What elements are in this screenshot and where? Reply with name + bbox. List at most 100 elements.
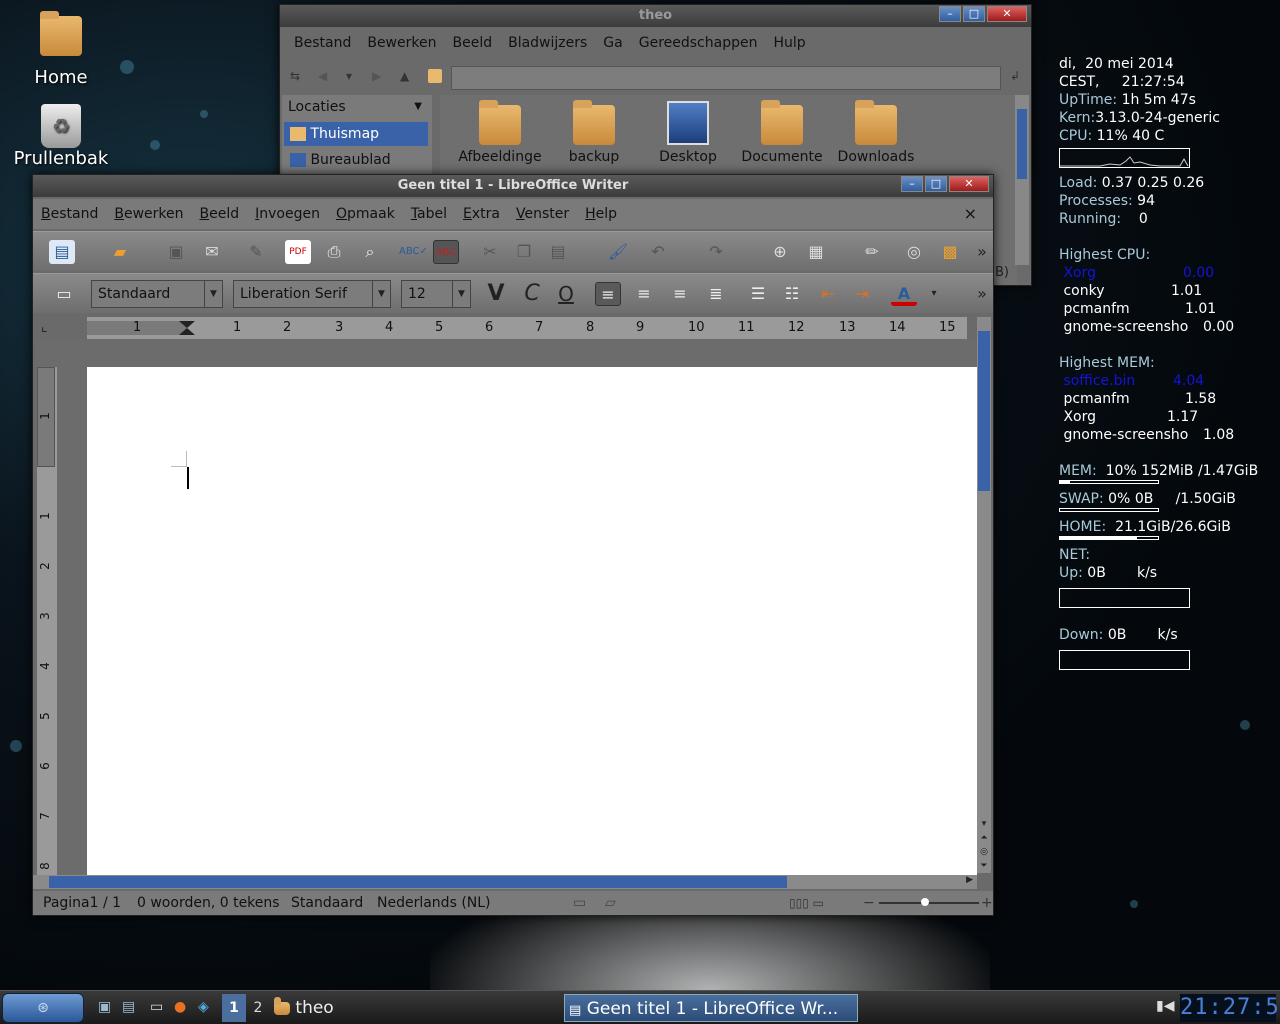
horizontal-scrollbar[interactable]: ▶ <box>33 875 977 889</box>
folder-item[interactable]: backup <box>544 100 644 165</box>
navigator-icon[interactable]: ◎ <box>901 240 927 264</box>
vertical-ruler[interactable]: 1 1 2 3 4 5 6 7 8 <box>37 367 57 877</box>
scroll-right-icon[interactable]: ▶ <box>966 875 973 885</box>
increase-indent-icon[interactable]: ⇥ <box>849 282 875 306</box>
email-icon[interactable]: ✉ <box>199 240 225 264</box>
close-document-button[interactable]: × <box>956 199 985 229</box>
desktop-1-button[interactable]: 1 <box>222 994 246 1022</box>
more-options-icon[interactable]: » <box>969 282 995 306</box>
spellcheck-icon[interactable]: ABC✓ <box>399 240 428 264</box>
path-input[interactable] <box>451 66 1001 90</box>
folder-item[interactable]: Downloads <box>826 100 926 165</box>
draw-functions-icon[interactable]: ✏ <box>859 240 885 264</box>
numbering-icon[interactable]: ☰ <box>745 282 771 306</box>
fm-menu-edit[interactable]: Bewerken <box>359 35 444 51</box>
new-tab-icon[interactable]: ⇆ <box>290 69 300 83</box>
autospellcheck-icon[interactable]: ABC <box>433 240 459 264</box>
underline-button[interactable]: O <box>553 282 579 306</box>
fm-menu-tools[interactable]: Gereedschappen <box>631 35 766 51</box>
page-nav-icons[interactable]: ▾ ⏶ ◎ ⏷ <box>977 817 991 873</box>
close-button[interactable]: ✕ <box>949 176 989 192</box>
gallery-icon[interactable]: ▩ <box>937 240 963 264</box>
edit-file-icon[interactable]: ✎ <box>243 240 269 264</box>
menu-format[interactable]: Opmaak <box>328 206 403 222</box>
horizontal-ruler[interactable]: 1 1 2 3 4 5 6 7 8 9 10 11 12 13 14 15 <box>87 317 967 339</box>
table-icon[interactable]: ▦ <box>803 240 829 264</box>
word-count[interactable]: 0 woorden, 0 tekens <box>137 891 280 915</box>
fm-scrollbar[interactable] <box>1015 95 1029 265</box>
document-page[interactable] <box>87 367 977 877</box>
menu-edit[interactable]: Bewerken <box>106 206 191 222</box>
writer-window[interactable]: Geen titel 1 - LibreOffice Writer – □ ✕ … <box>32 174 994 916</box>
align-right-button[interactable]: ≡ <box>667 282 693 306</box>
print-preview-icon[interactable]: ⌕ <box>357 240 383 264</box>
undo-icon[interactable]: ↶ <box>645 240 671 264</box>
clone-formatting-icon[interactable]: 🖌 <box>605 240 631 264</box>
menu-table[interactable]: Tabel <box>403 206 455 222</box>
fm-menu-help[interactable]: Hulp <box>765 35 813 51</box>
font-name-select[interactable]: Liberation Serif ▼ <box>233 280 391 308</box>
fm-menu-file[interactable]: Bestand <box>286 35 359 51</box>
desktop-icon-home[interactable]: Home <box>6 11 116 88</box>
new-document-icon[interactable]: ▤ <box>49 240 75 264</box>
vertical-scrollbar[interactable]: ▾ ⏶ ◎ ⏷ <box>977 317 991 873</box>
minimize-button[interactable]: – <box>939 6 961 22</box>
back-icon[interactable]: ◀ <box>318 69 327 83</box>
maximize-button[interactable]: □ <box>925 176 947 192</box>
bold-button[interactable]: V <box>483 282 509 306</box>
scroll-thumb[interactable] <box>978 331 990 491</box>
folder-item[interactable]: Documente <box>732 100 832 165</box>
maximize-button[interactable]: □ <box>963 6 985 22</box>
zoom-slider[interactable] <box>879 898 979 906</box>
folder-item[interactable]: Desktop <box>638 101 738 165</box>
tab-stop-icon[interactable]: ⌞ <box>41 319 48 335</box>
start-menu-button[interactable]: ⊛ <box>2 993 84 1023</box>
paste-icon[interactable]: ▤ <box>545 240 571 264</box>
sidebar-header[interactable]: Locaties ▼ <box>282 95 432 119</box>
justify-button[interactable]: ≣ <box>703 282 729 306</box>
menu-tools[interactable]: Extra <box>455 206 508 222</box>
zoom-out-icon[interactable]: − <box>863 891 875 915</box>
bullets-icon[interactable]: ☷ <box>779 282 805 306</box>
signature-icon[interactable]: ▱ <box>605 891 616 915</box>
show-desktop-icon[interactable]: ▣ <box>98 999 111 1015</box>
redo-icon[interactable]: ↷ <box>703 240 729 264</box>
fm-menu-view[interactable]: Beeld <box>444 35 500 51</box>
italic-button[interactable]: C <box>519 282 545 306</box>
home-icon[interactable] <box>428 69 442 83</box>
minimize-button[interactable]: – <box>901 176 923 192</box>
print-icon[interactable]: ⎙ <box>321 240 347 264</box>
language[interactable]: Nederlands (NL) <box>377 891 491 915</box>
fm-menu-bookmarks[interactable]: Bladwijzers <box>500 35 595 51</box>
zoom-in-icon[interactable]: + <box>981 891 993 915</box>
open-icon[interactable]: ▰ <box>107 240 133 264</box>
scroll-thumb[interactable] <box>1017 109 1027 179</box>
export-pdf-icon[interactable]: PDF <box>285 240 311 264</box>
cut-icon[interactable]: ✂ <box>477 240 503 264</box>
hyperlink-icon[interactable]: ⊕ <box>767 240 793 264</box>
copy-icon[interactable]: ❐ <box>511 240 537 264</box>
history-dropdown-icon[interactable]: ▾ <box>346 69 352 83</box>
app-launcher-icon[interactable]: ◈ <box>198 999 209 1015</box>
menu-help[interactable]: Help <box>577 206 625 222</box>
page-indicator[interactable]: Pagina1 / 1 <box>43 891 121 915</box>
align-center-button[interactable]: ≡ <box>631 282 657 306</box>
close-button[interactable]: ✕ <box>987 6 1027 22</box>
font-size-select[interactable]: 12 ▼ <box>401 280 471 308</box>
volume-icon[interactable]: ▮◀ <box>1156 998 1174 1014</box>
menu-insert[interactable]: Invoegen <box>247 206 328 222</box>
go-icon[interactable]: ↲ <box>1010 69 1020 83</box>
page-style[interactable]: Standaard <box>291 891 363 915</box>
font-color-dropdown-icon[interactable]: ▾ <box>921 282 947 306</box>
terminal-launcher-icon[interactable]: ▭ <box>150 999 163 1015</box>
desktop-icon-trash[interactable]: ♻ Prullenbak <box>6 104 116 169</box>
insert-mode-icon[interactable]: ▭ <box>573 891 586 915</box>
zoom-slider-handle[interactable] <box>921 898 929 906</box>
styles-icon[interactable]: ▭ <box>51 282 77 306</box>
menu-view[interactable]: Beeld <box>192 206 248 222</box>
menu-file[interactable]: Bestand <box>33 206 106 222</box>
more-options-icon[interactable]: » <box>969 240 995 264</box>
fm-menu-go[interactable]: Ga <box>595 35 630 51</box>
up-icon[interactable]: ▲ <box>400 69 409 83</box>
task-file-manager[interactable]: theo <box>274 994 334 1022</box>
